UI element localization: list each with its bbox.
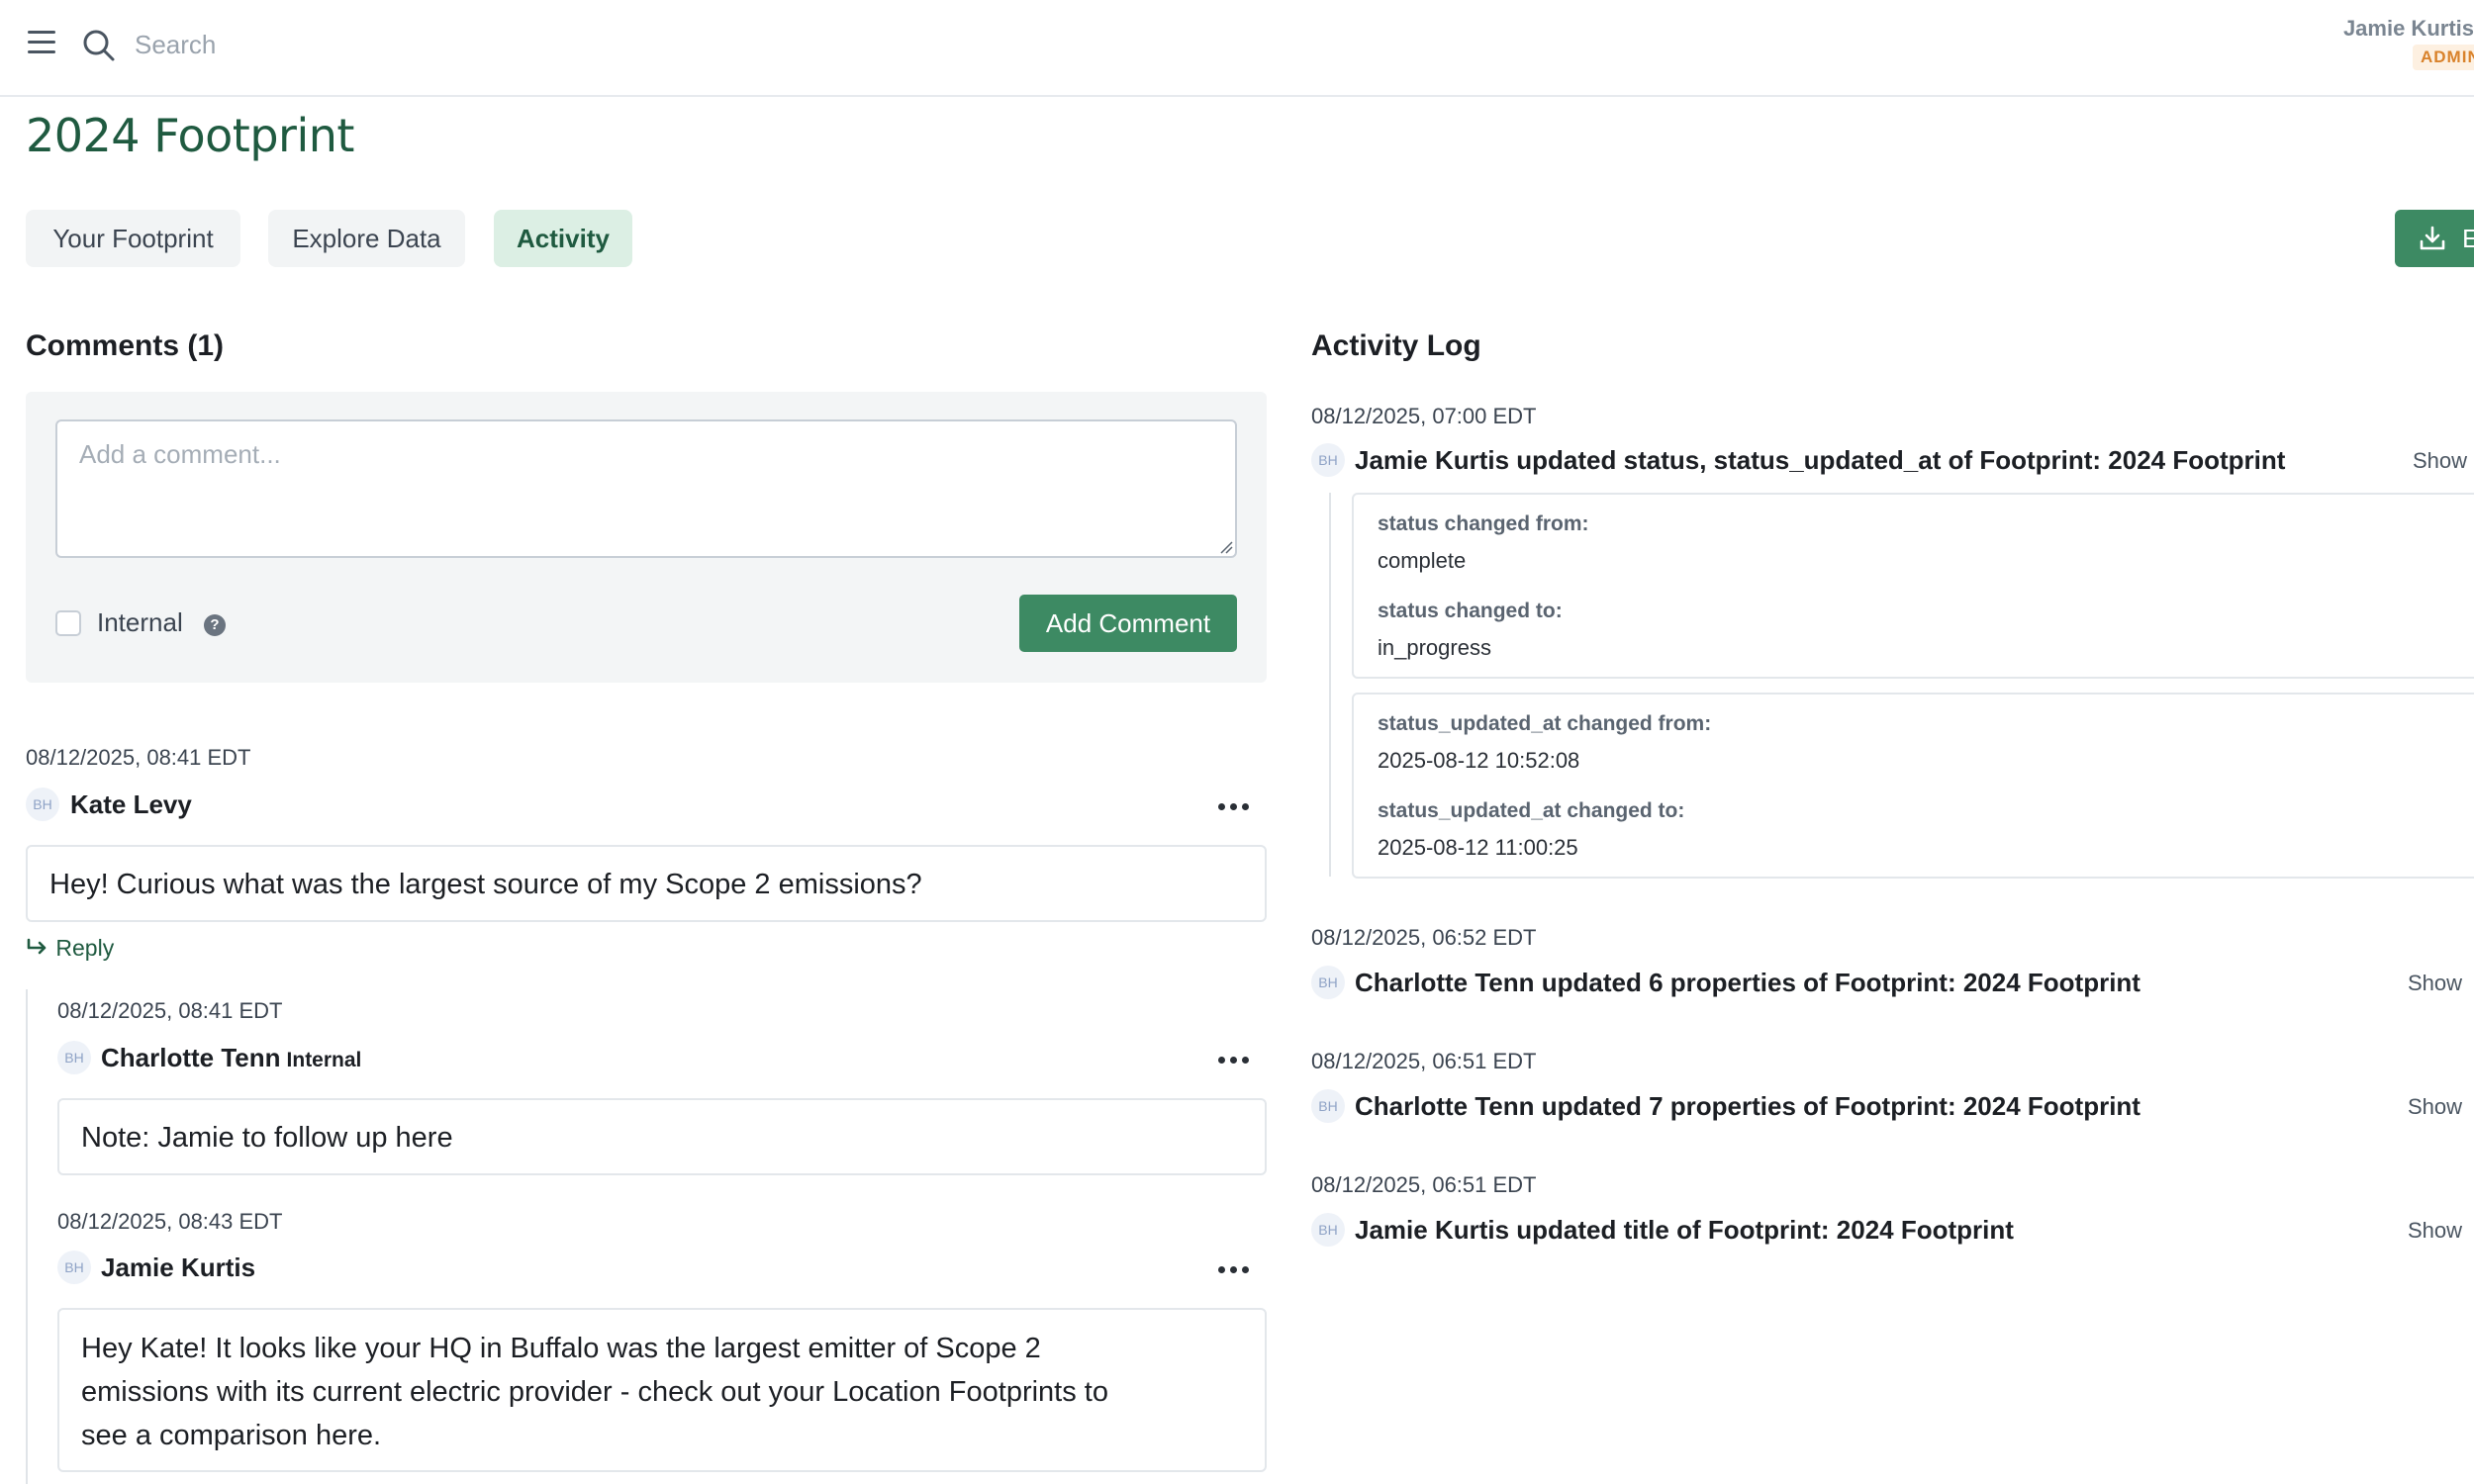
- comment-author: Jamie Kurtis: [101, 1252, 256, 1282]
- log-entry-text: Jamie Kurtis updated title of Footprint:…: [1355, 1215, 2014, 1245]
- search-input[interactable]: [133, 22, 730, 67]
- comment-body: Hey! Curious what was the largest source…: [26, 845, 1267, 922]
- more-options-icon[interactable]: [1213, 796, 1253, 816]
- show-details-link[interactable]: Show: [2408, 1218, 2462, 1244]
- change-value: 2025-08-12 10:52:08: [1378, 748, 1580, 773]
- change-card: status changed from: complete status cha…: [1352, 493, 2474, 679]
- add-comment-button[interactable]: Add Comment: [1019, 595, 1237, 652]
- avatar: BH: [1311, 1089, 1345, 1123]
- comment-body-line: emissions with its current electric prov…: [81, 1376, 1108, 1408]
- internal-tag: Internal: [286, 1049, 362, 1071]
- comment-body-line: Hey Kate! It looks like your HQ in Buffa…: [81, 1333, 1041, 1364]
- changes-line: [1329, 493, 1331, 877]
- avatar: BH: [57, 1251, 91, 1284]
- comment-body-line: see a comparison here.: [81, 1420, 382, 1451]
- tab-explore-data[interactable]: Explore Data: [268, 210, 465, 267]
- more-options-icon[interactable]: [1213, 1050, 1253, 1069]
- reply-arrow-icon: [27, 938, 47, 955]
- change-value: in_progress: [1378, 635, 1491, 660]
- log-entry-text: Charlotte Tenn updated 6 properties of F…: [1355, 968, 2141, 997]
- log-timestamp: 08/12/2025, 06:52 EDT: [1311, 925, 1537, 950]
- show-details-link[interactable]: Show: [2413, 448, 2467, 474]
- user-role-badge: ADMIN: [2413, 45, 2474, 70]
- comment-author: Kate Levy: [70, 789, 192, 819]
- internal-label: Internal: [97, 607, 183, 637]
- comment-body: Note: Jamie to follow up here: [57, 1098, 1267, 1175]
- thread-line: [26, 989, 28, 1484]
- avatar: BH: [1311, 966, 1345, 999]
- user-name[interactable]: Jamie Kurtis: [2343, 16, 2474, 42]
- change-value: complete: [1378, 548, 1467, 573]
- download-button-label: E: [2462, 223, 2474, 253]
- comment-body: Hey Kate! It looks like your HQ in Buffa…: [57, 1308, 1267, 1472]
- internal-checkbox[interactable]: [55, 610, 81, 636]
- change-key: status changed from:: [1378, 512, 1589, 535]
- avatar: BH: [26, 788, 59, 821]
- log-entry-text: Charlotte Tenn updated 7 properties of F…: [1355, 1091, 2141, 1121]
- reply-link[interactable]: Reply: [26, 935, 114, 962]
- more-options-icon[interactable]: [1213, 1259, 1253, 1279]
- top-bar: Jamie Kurtis ADMIN: [0, 0, 2474, 97]
- log-timestamp: 08/12/2025, 07:00 EDT: [1311, 404, 1537, 428]
- change-value: 2025-08-12 11:00:25: [1378, 835, 1578, 860]
- change-key: status_updated_at changed to:: [1378, 799, 1685, 822]
- avatar: BH: [1311, 443, 1345, 477]
- reply-label: Reply: [55, 935, 115, 961]
- comments-heading: Comments (1): [26, 329, 225, 362]
- help-icon[interactable]: ?: [204, 614, 226, 636]
- change-card: status_updated_at changed from: 2025-08-…: [1352, 693, 2474, 879]
- search-icon[interactable]: [81, 28, 117, 63]
- show-details-link[interactable]: Show: [2408, 971, 2462, 996]
- activity-log-heading: Activity Log: [1311, 329, 1481, 362]
- resize-grip-icon[interactable]: [1219, 540, 1233, 554]
- comment-author-name: Charlotte Tenn: [101, 1043, 281, 1072]
- show-details-link[interactable]: Show: [2408, 1094, 2462, 1120]
- log-entry-text: Jamie Kurtis updated status, status_upda…: [1355, 445, 2286, 475]
- log-timestamp: 08/12/2025, 06:51 EDT: [1311, 1172, 1537, 1197]
- comment-timestamp: 08/12/2025, 08:41 EDT: [57, 998, 283, 1023]
- comment-input[interactable]: [55, 419, 1237, 558]
- download-icon: [2420, 226, 2445, 250]
- download-button[interactable]: E: [2395, 210, 2474, 267]
- comment-timestamp: 08/12/2025, 08:43 EDT: [57, 1209, 283, 1234]
- change-key: status_updated_at changed from:: [1378, 712, 1712, 735]
- comment-author: Charlotte Tenn Internal: [101, 1043, 361, 1073]
- page-title: 2024 Footprint: [26, 109, 354, 162]
- avatar: BH: [57, 1041, 91, 1074]
- change-key: status changed to:: [1378, 600, 1563, 622]
- log-timestamp: 08/12/2025, 06:51 EDT: [1311, 1049, 1537, 1073]
- avatar: BH: [1311, 1213, 1345, 1247]
- tab-activity[interactable]: Activity: [494, 210, 632, 267]
- menu-icon[interactable]: [28, 31, 55, 54]
- tab-your-footprint[interactable]: Your Footprint: [26, 210, 240, 267]
- comment-timestamp: 08/12/2025, 08:41 EDT: [26, 745, 251, 770]
- comment-composer: Internal ? Add Comment: [26, 392, 1267, 683]
